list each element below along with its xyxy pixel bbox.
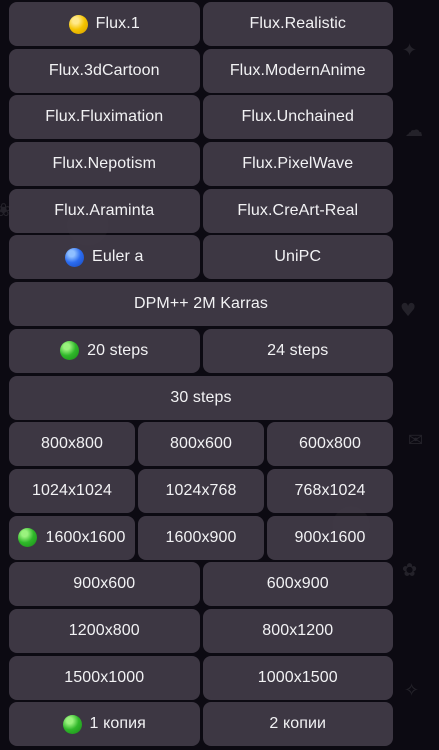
keyboard-button-label: 1500x1000 xyxy=(64,668,145,686)
background-doodle: ✦ xyxy=(402,40,418,61)
yellow-circle-icon xyxy=(68,14,88,34)
keyboard-button-1600x1600[interactable]: 1600x1600 xyxy=(9,515,135,560)
keyboard-button-flux-araminta[interactable]: Flux.Araminta xyxy=(9,188,200,233)
keyboard-button-flux-3dcartoon[interactable]: Flux.3dCartoon xyxy=(9,48,200,93)
keyboard-row: 1 копия 2 копии xyxy=(9,702,393,747)
keyboard-button-2-копии[interactable]: 2 копии xyxy=(202,702,393,747)
keyboard-row: 1600x1600 1600x900 900x1600 xyxy=(9,515,393,560)
keyboard-button-1600x900[interactable]: 1600x900 xyxy=(138,515,264,560)
keyboard-button-600x800[interactable]: 600x800 xyxy=(267,422,393,467)
keyboard-row: 800x800 800x600 600x800 xyxy=(9,422,393,467)
chat-keyboard-screen: ✦ ☁ ♥ ✉ ✿ ✧ ❀ Flux.1 Flux.Realistic Flux.3… xyxy=(0,0,439,750)
keyboard-button-label: 800x1200 xyxy=(262,621,334,639)
keyboard-button-label: 1600x900 xyxy=(165,528,237,546)
keyboard-row: DPM++ 2M Karras xyxy=(9,282,393,327)
keyboard-button-label: Flux.Fluximation xyxy=(45,108,164,126)
keyboard-button-flux-modernanime[interactable]: Flux.ModernAnime xyxy=(202,48,393,93)
background-doodle: ✉ xyxy=(408,430,424,451)
keyboard-button-1000x1500[interactable]: 1000x1500 xyxy=(202,655,393,700)
keyboard-button-800x600[interactable]: 800x600 xyxy=(138,422,264,467)
keyboard-button-768x1024[interactable]: 768x1024 xyxy=(267,468,393,513)
keyboard-row: Flux.Fluximation Flux.Unchained xyxy=(9,95,393,140)
keyboard-button-dpm-2m-karras[interactable]: DPM++ 2M Karras xyxy=(9,282,393,327)
keyboard-button-label: DPM++ 2M Karras xyxy=(134,295,268,313)
background-doodle: ☁ xyxy=(405,120,423,141)
keyboard-row: Flux.1 Flux.Realistic xyxy=(9,2,393,46)
keyboard-button-flux-creart-real[interactable]: Flux.CreArt-Real xyxy=(202,188,393,233)
keyboard-button-label: 24 steps xyxy=(267,341,329,359)
keyboard-button-flux-nepotism[interactable]: Flux.Nepotism xyxy=(9,142,200,187)
keyboard-row: Euler a UniPC xyxy=(9,235,393,280)
keyboard-button-label: 1200x800 xyxy=(68,621,140,639)
keyboard-button-label: 2 копии xyxy=(269,715,327,733)
keyboard-row: Flux.3dCartoon Flux.ModernAnime xyxy=(9,48,393,93)
keyboard-button-flux-realistic[interactable]: Flux.Realistic xyxy=(202,2,393,46)
keyboard-button-label: Flux.Araminta xyxy=(54,201,155,219)
keyboard-button-flux-pixelwave[interactable]: Flux.PixelWave xyxy=(202,142,393,187)
keyboard-button-flux-1[interactable]: Flux.1 xyxy=(9,2,200,46)
keyboard-button-1024x768[interactable]: 1024x768 xyxy=(138,468,264,513)
keyboard-button-label: Flux.Unchained xyxy=(241,108,355,126)
green-circle-icon xyxy=(62,714,82,734)
reply-keyboard: Flux.1 Flux.Realistic Flux.3dCartoon Flux.M… xyxy=(9,2,393,749)
keyboard-row: 30 steps xyxy=(9,375,393,420)
keyboard-button-800x1200[interactable]: 800x1200 xyxy=(202,608,393,653)
keyboard-button-30-steps[interactable]: 30 steps xyxy=(9,375,393,420)
blue-circle-icon xyxy=(65,247,85,267)
keyboard-button-1200x800[interactable]: 1200x800 xyxy=(9,608,200,653)
keyboard-button-label: 20 steps xyxy=(87,341,149,359)
keyboard-row: Flux.Araminta Flux.CreArt-Real xyxy=(9,188,393,233)
keyboard-button-flux-fluximation[interactable]: Flux.Fluximation xyxy=(9,95,200,140)
keyboard-button-label: 30 steps xyxy=(170,388,232,406)
keyboard-row: 20 steps 24 steps xyxy=(9,328,393,373)
keyboard-button-label: Flux.3dCartoon xyxy=(48,61,160,79)
keyboard-row: 1024x1024 1024x768 768x1024 xyxy=(9,468,393,513)
green-circle-icon xyxy=(18,528,38,548)
keyboard-button-label: Flux.ModernAnime xyxy=(229,61,366,79)
keyboard-button-label: 1 копия xyxy=(89,715,146,733)
background-doodle: ♥ xyxy=(400,300,417,321)
keyboard-button-label: Flux.1 xyxy=(95,15,140,32)
keyboard-button-label: 800x600 xyxy=(169,435,233,453)
keyboard-button-label: UniPC xyxy=(274,248,322,266)
keyboard-button-label: Flux.Realistic xyxy=(249,15,347,32)
keyboard-button-label: Flux.Nepotism xyxy=(52,155,157,173)
keyboard-button-800x800[interactable]: 800x800 xyxy=(9,422,135,467)
keyboard-button-label: Flux.CreArt-Real xyxy=(237,201,359,219)
keyboard-row: 1200x800 800x1200 xyxy=(9,608,393,653)
keyboard-button-label: 1024x1024 xyxy=(31,481,113,499)
keyboard-button-24-steps[interactable]: 24 steps xyxy=(202,328,393,373)
keyboard-button-label: 1024x768 xyxy=(165,481,237,499)
keyboard-row: 900x600 600x900 xyxy=(9,562,393,607)
keyboard-button-1-копия[interactable]: 1 копия xyxy=(9,702,200,747)
keyboard-row: 1500x1000 1000x1500 xyxy=(9,655,393,700)
keyboard-button-20-steps[interactable]: 20 steps xyxy=(9,328,200,373)
keyboard-button-label: 600x800 xyxy=(298,435,362,453)
keyboard-button-label: 900x600 xyxy=(73,575,136,593)
keyboard-button-label: 1000x1500 xyxy=(257,668,338,686)
background-doodle: ✿ xyxy=(402,560,418,581)
green-circle-icon xyxy=(60,341,80,361)
keyboard-button-label: 800x800 xyxy=(40,435,104,453)
keyboard-button-900x1600[interactable]: 900x1600 xyxy=(267,515,393,560)
keyboard-button-label: Flux.PixelWave xyxy=(242,155,354,173)
background-doodle: ✧ xyxy=(404,680,420,701)
keyboard-button-label: 900x1600 xyxy=(294,528,366,546)
keyboard-button-1024x1024[interactable]: 1024x1024 xyxy=(9,468,135,513)
keyboard-button-600x900[interactable]: 600x900 xyxy=(202,562,393,607)
keyboard-button-label: 600x900 xyxy=(266,575,329,593)
keyboard-button-euler-a[interactable]: Euler a xyxy=(9,235,200,280)
keyboard-row: Flux.Nepotism Flux.PixelWave xyxy=(9,142,393,187)
keyboard-button-900x600[interactable]: 900x600 xyxy=(9,562,200,607)
keyboard-button-label: Euler a xyxy=(92,248,144,266)
keyboard-button-1500x1000[interactable]: 1500x1000 xyxy=(9,655,200,700)
keyboard-button-label: 1600x1600 xyxy=(45,528,126,546)
keyboard-button-label: 768x1024 xyxy=(294,481,366,499)
keyboard-button-unipc[interactable]: UniPC xyxy=(202,235,393,280)
keyboard-button-flux-unchained[interactable]: Flux.Unchained xyxy=(202,95,393,140)
